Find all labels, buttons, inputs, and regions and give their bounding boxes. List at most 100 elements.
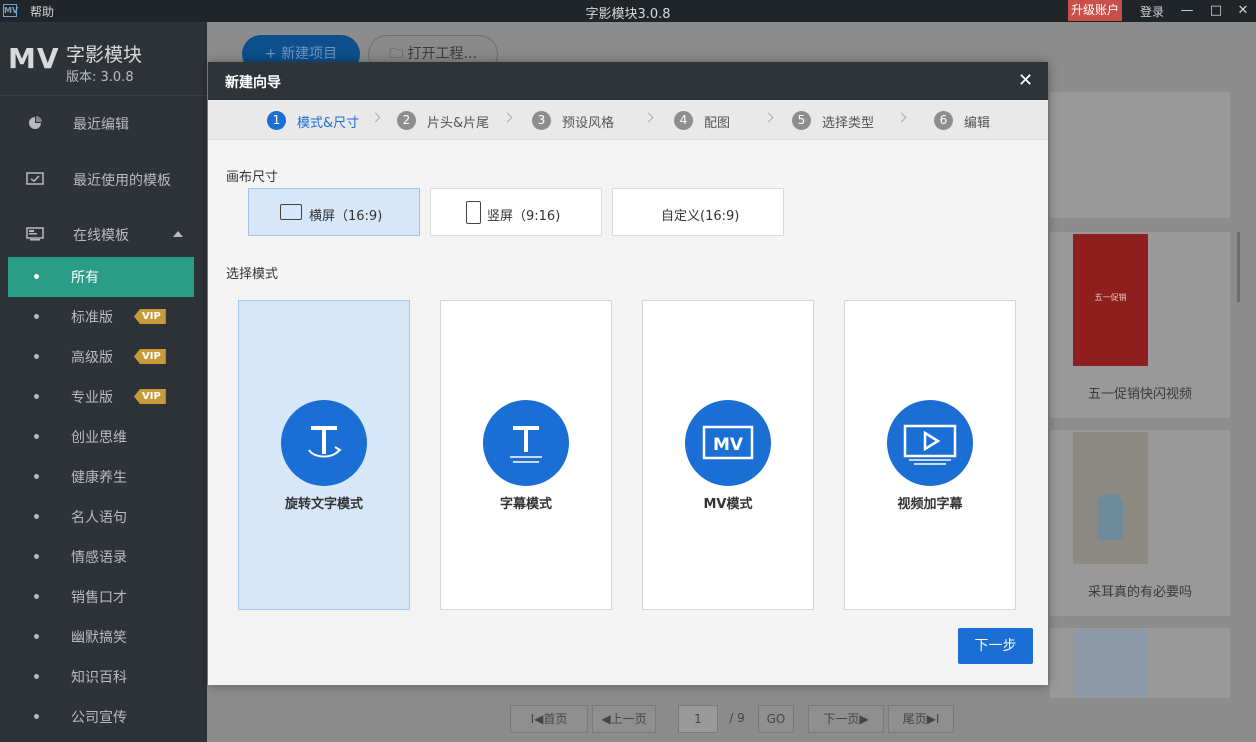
collapse-arrow-icon[interactable] bbox=[173, 231, 183, 237]
minimize-icon[interactable]: — bbox=[1177, 0, 1197, 22]
chevron-right-icon bbox=[502, 112, 513, 123]
template-thumbnail bbox=[1073, 630, 1148, 696]
nav-recent-edit[interactable]: 最近编辑 bbox=[0, 104, 207, 144]
pager-prev[interactable]: ◀上一页 bbox=[592, 705, 656, 733]
rotating-text-icon bbox=[281, 400, 367, 486]
nav-recent-templates[interactable]: 最近使用的模板 bbox=[0, 160, 207, 200]
pager-go-button[interactable]: GO bbox=[758, 705, 794, 733]
template-icon bbox=[26, 172, 44, 185]
sidebar-item-emotion[interactable]: 情感语录 bbox=[8, 537, 194, 577]
canvas-size-label: 画布尺寸 bbox=[226, 170, 279, 185]
sidebar-item-label: 高级版 bbox=[71, 350, 113, 366]
bullet-icon bbox=[34, 474, 39, 479]
template-card[interactable] bbox=[1050, 628, 1230, 698]
title-bar: MV 帮助 字影模块3.0.8 升级账户 登录 — □ ✕ bbox=[0, 0, 1256, 22]
chevron-right-icon bbox=[896, 112, 907, 123]
mv-icon-text: MV bbox=[713, 435, 744, 455]
bullet-icon bbox=[34, 514, 39, 519]
wizard-steps: 1 模式&尺寸 2 片头&片尾 3 预设风格 4 配图 5 选择类型 6 编辑 bbox=[208, 100, 1048, 140]
sidebar-item-label: 标准版 bbox=[71, 310, 113, 326]
login-button[interactable]: 登录 bbox=[1140, 3, 1164, 20]
bullet-icon bbox=[34, 714, 39, 719]
thumbnail-text: 五一促销 bbox=[1094, 293, 1127, 302]
portrait-icon bbox=[466, 201, 481, 224]
bullet-icon bbox=[34, 394, 39, 399]
step-label: 片头&片尾 bbox=[427, 116, 490, 131]
sidebar-item-label: 情感语录 bbox=[71, 550, 127, 566]
upgrade-account-button[interactable]: 升级账户 bbox=[1068, 0, 1123, 21]
vip-badge: VIP bbox=[134, 349, 166, 364]
pager-last[interactable]: 尾页▶I bbox=[888, 705, 954, 733]
close-window-icon[interactable]: ✕ bbox=[1233, 0, 1253, 22]
maximize-icon[interactable]: □ bbox=[1206, 0, 1226, 22]
open-project-label: 打开工程... bbox=[407, 46, 477, 62]
sidebar-item-knowledge[interactable]: 知识百科 bbox=[8, 657, 194, 697]
sidebar-item-humor[interactable]: 幽默搞笑 bbox=[8, 617, 194, 657]
sidebar-item-label: 健康养生 bbox=[71, 470, 127, 486]
sidebar-item-health[interactable]: 健康养生 bbox=[8, 457, 194, 497]
app-logo-icon: MV bbox=[3, 4, 19, 17]
size-custom-option[interactable]: 自定义(16:9) bbox=[612, 188, 784, 236]
template-card[interactable]: 采耳真的有必要吗 bbox=[1050, 430, 1230, 616]
pager-next[interactable]: 下一页▶ bbox=[808, 705, 884, 733]
pager-total: / 9 bbox=[729, 711, 745, 725]
nav-recent-edit-label: 最近编辑 bbox=[73, 117, 129, 133]
step-label: 预设风格 bbox=[562, 116, 615, 131]
bullet-icon bbox=[34, 674, 39, 679]
sidebar-item-advanced[interactable]: 高级版 VIP bbox=[8, 337, 194, 377]
pager-page-input[interactable]: 1 bbox=[678, 705, 718, 733]
mode-rotating-text[interactable]: 旋转文字模式 bbox=[238, 300, 410, 610]
step-label: 模式&尺寸 bbox=[297, 116, 360, 131]
size-landscape-option[interactable]: 横屏（16:9) bbox=[248, 188, 420, 236]
sidebar-item-label: 幽默搞笑 bbox=[71, 630, 127, 646]
sidebar-item-startup[interactable]: 创业思维 bbox=[8, 417, 194, 457]
mode-video-subtitle[interactable]: 视频加字幕 bbox=[844, 300, 1016, 610]
video-play-icon bbox=[887, 400, 973, 486]
mode-mv[interactable]: MV MV模式 bbox=[642, 300, 814, 610]
folder-icon: 🗀 bbox=[389, 46, 408, 62]
chevron-right-icon bbox=[370, 112, 381, 123]
filter-panel-2 bbox=[1050, 170, 1230, 218]
sidebar-item-professional[interactable]: 专业版 VIP bbox=[8, 377, 194, 417]
landscape-icon bbox=[280, 204, 302, 220]
sidebar-item-company[interactable]: 公司宣传 bbox=[8, 697, 194, 737]
vip-badge: VIP bbox=[134, 309, 166, 324]
filter-panel bbox=[1050, 92, 1230, 180]
app-version: 版本: 3.0.8 bbox=[66, 70, 134, 85]
sidebar-item-quotes[interactable]: 名人语句 bbox=[8, 497, 194, 537]
template-card[interactable]: 五一促销 五一促销快闪视频 bbox=[1050, 232, 1230, 418]
sidebar-item-sales[interactable]: 销售口才 bbox=[8, 577, 194, 617]
sidebar-item-label: 知识百科 bbox=[71, 670, 127, 686]
step-label: 编辑 bbox=[964, 116, 991, 131]
sidebar-item-standard[interactable]: 标准版 VIP bbox=[8, 297, 194, 337]
cartoon-figure bbox=[1097, 494, 1123, 540]
sidebar-item-label: 销售口才 bbox=[71, 590, 127, 606]
size-portrait-option[interactable]: 竖屏（9:16) bbox=[430, 188, 602, 236]
brand-logo: MV bbox=[8, 42, 60, 75]
sidebar-item-label: 公司宣传 bbox=[71, 710, 127, 726]
mode-subtitle[interactable]: 字幕模式 bbox=[440, 300, 612, 610]
bullet-icon bbox=[34, 314, 39, 319]
close-icon[interactable]: ✕ bbox=[1018, 70, 1033, 91]
chevron-right-icon bbox=[763, 112, 774, 123]
help-menu[interactable]: 帮助 bbox=[30, 3, 54, 20]
pager-first[interactable]: I◀首页 bbox=[510, 705, 588, 733]
step-number: 6 bbox=[934, 111, 953, 130]
next-step-button[interactable]: 下一步 bbox=[958, 628, 1033, 664]
size-option-label: 自定义(16:9) bbox=[661, 209, 740, 224]
sidebar: MV 字影模块 版本: 3.0.8 最近编辑 最近使用的模板 在线模板 所有 标… bbox=[0, 22, 207, 742]
mv-icon: MV bbox=[685, 400, 771, 486]
size-option-label: 横屏（16:9) bbox=[309, 209, 383, 224]
sidebar-item-label: 专业版 bbox=[71, 390, 113, 406]
mode-label: 视频加字幕 bbox=[897, 497, 963, 512]
scrollbar[interactable] bbox=[1237, 232, 1240, 302]
sidebar-item-label: 创业思维 bbox=[71, 430, 127, 446]
template-caption: 采耳真的有必要吗 bbox=[1087, 585, 1192, 600]
nav-online-templates[interactable]: 在线模板 bbox=[0, 215, 207, 255]
sidebar-item-all[interactable]: 所有 bbox=[8, 257, 194, 297]
brand-name: 字影模块 bbox=[66, 44, 143, 66]
bullet-icon bbox=[34, 594, 39, 599]
sidebar-divider bbox=[0, 95, 207, 96]
chevron-right-icon bbox=[643, 112, 654, 123]
step-number: 3 bbox=[532, 111, 551, 130]
